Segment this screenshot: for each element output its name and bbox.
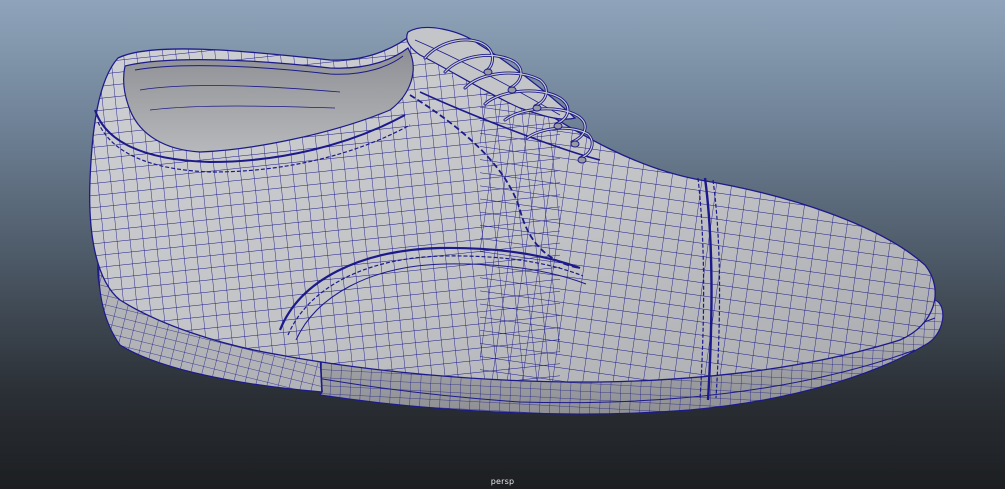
scene-canvas[interactable]	[0, 0, 1005, 489]
perspective-viewport[interactable]: persp	[0, 0, 1005, 489]
camera-name-label: persp	[490, 477, 515, 486]
